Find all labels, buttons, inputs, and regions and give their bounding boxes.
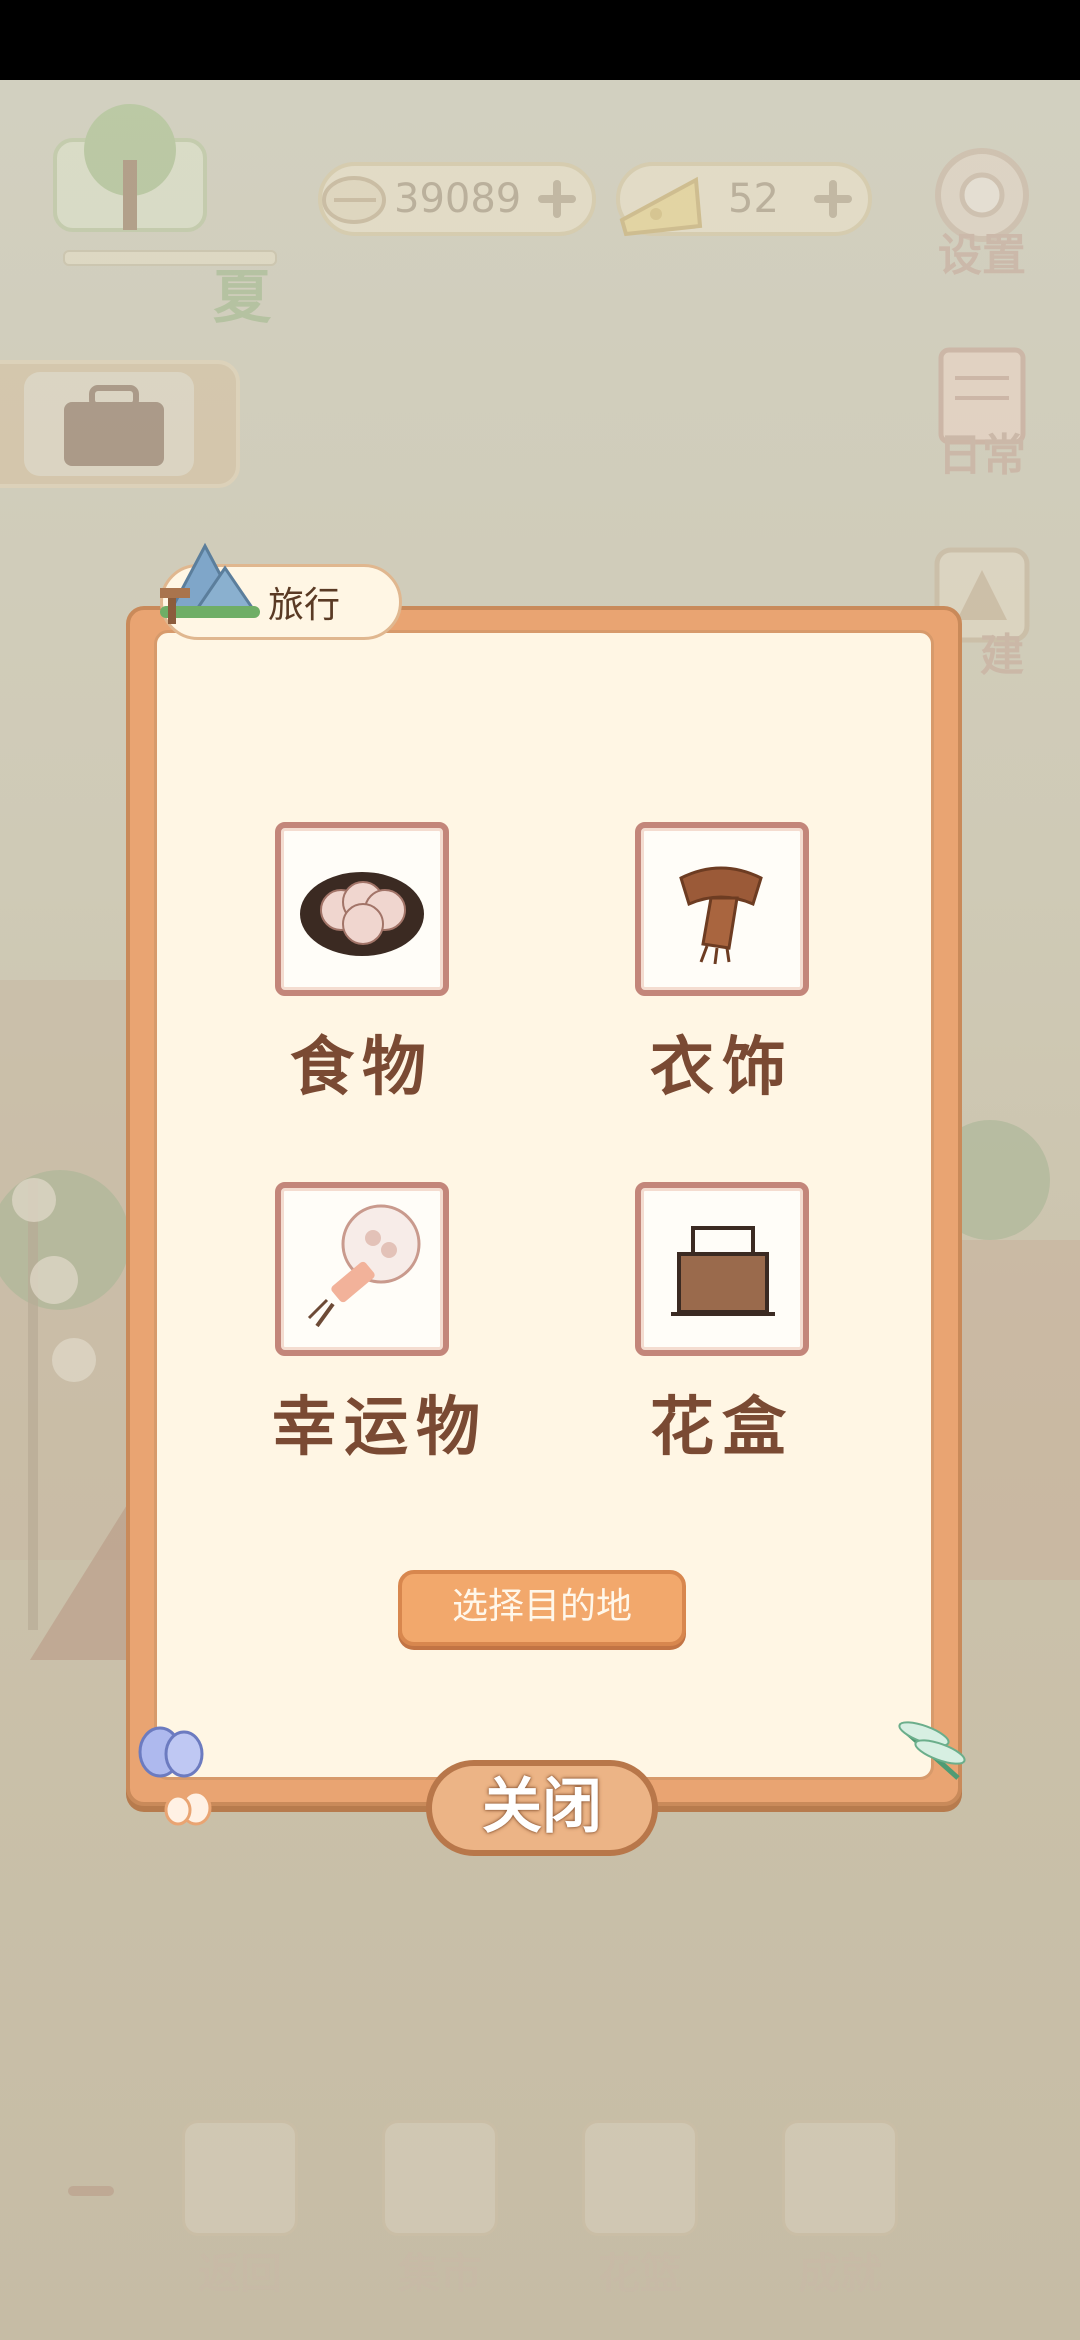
trophy-icon	[782, 2120, 898, 2236]
daily-button[interactable]: 日常	[922, 340, 1042, 483]
lucky-charm-frame	[275, 1182, 449, 1356]
backpack-slot	[24, 372, 194, 476]
cheese-icon	[619, 176, 703, 237]
lucky-charm-label: 幸运物	[272, 1391, 488, 1465]
backpack-tab[interactable]	[0, 360, 240, 488]
scarf-icon	[679, 866, 763, 965]
add-fish-button[interactable]	[534, 176, 580, 222]
daily-label: 日常	[938, 430, 1026, 481]
fish-currency-value: 39089	[394, 176, 522, 222]
category-food[interactable]: 食物	[272, 822, 452, 1108]
lucky-fan-icon	[307, 1204, 421, 1328]
flower-box-icon	[671, 1226, 775, 1316]
category-lucky-charm[interactable]: 幸运物	[272, 1182, 488, 1468]
choose-destination-button[interactable]: 选择目的地	[398, 1570, 686, 1646]
window-icon	[182, 2120, 298, 2236]
food-frame	[275, 822, 449, 996]
dragonfly-decoration-icon	[898, 1721, 966, 1780]
status-bar	[0, 0, 1080, 80]
nav-flower-basket[interactable]: 花篮	[580, 2120, 700, 2301]
market-stall-icon	[382, 2120, 498, 2236]
nav-achievements-label: 成就	[797, 2249, 882, 2298]
fish-currency-pill: 39089	[318, 162, 596, 236]
clothing-frame	[635, 822, 809, 996]
flower-basket-icon	[582, 2120, 698, 2236]
flower-box-frame	[635, 1182, 809, 1356]
nav-back[interactable]: 返回	[180, 2120, 300, 2301]
butterfly-decoration-icon	[138, 1726, 212, 1826]
category-clothing[interactable]: 衣饰	[632, 822, 812, 1108]
category-flower-box[interactable]: 花盒	[632, 1182, 812, 1468]
cookies-plate-icon	[300, 872, 424, 956]
panel-title: 旅行	[268, 585, 341, 626]
nav-market-label: 集市	[397, 2249, 482, 2298]
settings-label: 设置	[938, 230, 1026, 281]
season-badge[interactable]: 夏	[35, 100, 277, 331]
fish-bone-icon	[322, 176, 386, 224]
add-cheese-button[interactable]	[810, 176, 856, 222]
menu-collapse-handle[interactable]	[68, 2186, 114, 2196]
flower-box-label: 花盒	[650, 1391, 794, 1465]
nav-flower-basket-label: 花篮	[597, 2249, 682, 2298]
mountain-signpost-icon	[160, 542, 260, 624]
season-progress-bar	[63, 250, 277, 266]
food-label: 食物	[290, 1031, 434, 1105]
tree-icon	[53, 104, 207, 232]
nav-back-label: 返回	[197, 2249, 282, 2298]
briefcase-icon	[64, 385, 164, 466]
cheese-currency-value: 52	[728, 176, 779, 222]
cheese-currency-pill: 52	[616, 162, 872, 237]
settings-button[interactable]: 设置	[922, 140, 1042, 283]
close-button[interactable]: 关闭	[426, 1760, 658, 1856]
nav-market[interactable]: 集市	[380, 2120, 500, 2301]
clothing-label: 衣饰	[650, 1031, 794, 1105]
nav-achievements[interactable]: 成就	[780, 2120, 900, 2301]
